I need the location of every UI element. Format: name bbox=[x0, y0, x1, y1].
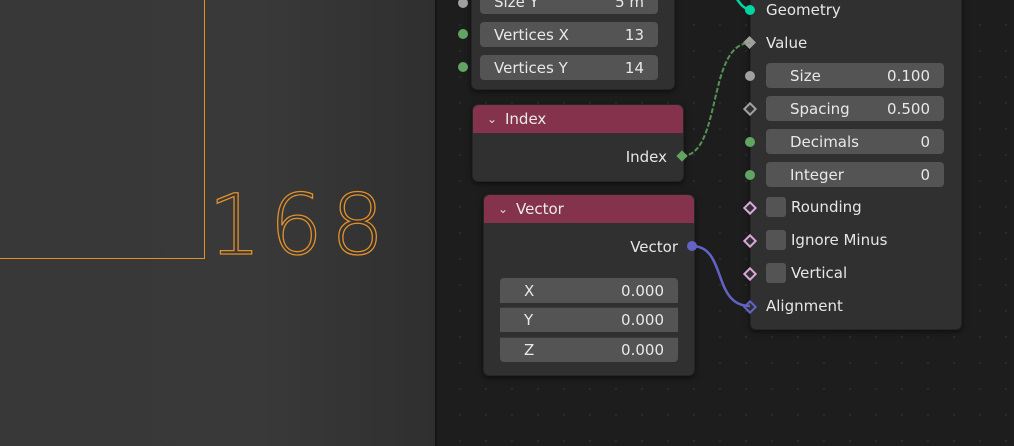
node-editor-canvas[interactable]: Size Y 5 m Vertices X 13 Vertices Y 14 ⌄… bbox=[437, 0, 1014, 446]
viewport-frame-outline bbox=[0, 0, 205, 259]
node-links bbox=[681, 0, 751, 308]
vector-to-alignment-link bbox=[691, 244, 751, 308]
3d-viewport[interactable]: 168 bbox=[0, 0, 435, 446]
viewport-number-text: 168 bbox=[207, 175, 393, 274]
index-to-value-link bbox=[681, 42, 751, 157]
geometry-link bbox=[736, 0, 751, 12]
